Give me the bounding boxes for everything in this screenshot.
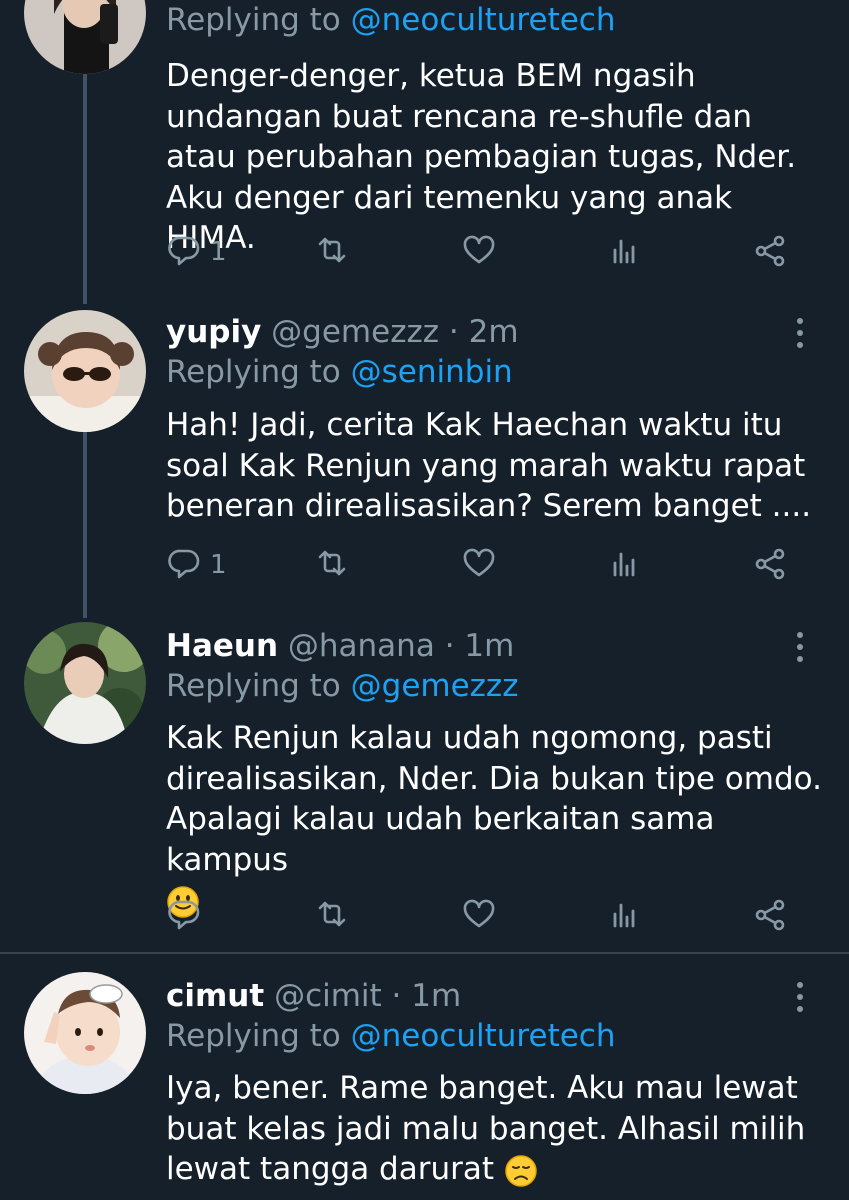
share-icon	[755, 548, 785, 580]
retweet-button[interactable]	[314, 545, 350, 585]
display-name[interactable]: Haeun	[166, 628, 278, 664]
like-icon	[463, 235, 495, 264]
reply-button[interactable]: 1	[168, 232, 227, 272]
display-name[interactable]: cimut	[166, 978, 264, 1014]
like-icon	[463, 548, 495, 577]
avatar[interactable]	[24, 972, 146, 1094]
reply-icon	[168, 900, 200, 930]
analytics-button[interactable]	[608, 545, 644, 585]
thread-line	[83, 432, 87, 618]
replying-to: Replying to @neoculturetech	[166, 1018, 616, 1054]
retweet-icon	[318, 237, 346, 263]
retweet-icon	[318, 901, 346, 927]
analytics-icon	[613, 239, 635, 264]
like-button[interactable]	[461, 545, 497, 585]
analytics-icon	[613, 552, 635, 577]
tweet-text: Iya, bener. Rame banget. Aku mau lewat b…	[166, 1070, 806, 1187]
mention-link[interactable]: @neoculturetech	[351, 2, 616, 38]
mention-link[interactable]: @seninbin	[351, 354, 513, 390]
user-handle[interactable]: @hanana	[288, 628, 435, 664]
thread-line	[83, 74, 87, 304]
share-icon	[755, 235, 785, 267]
replying-to: Replying to @gemezzz	[166, 668, 519, 704]
tweet-3[interactable]: Haeun @hanana · 1m Replying to @gemezzz …	[0, 612, 849, 952]
analytics-button[interactable]	[608, 232, 644, 272]
replying-to: Replying to @seninbin	[166, 354, 513, 390]
reply-button[interactable]: 1	[168, 545, 227, 585]
reply-button[interactable]	[168, 896, 204, 936]
reply-count: 1	[210, 237, 227, 267]
like-button[interactable]	[461, 232, 497, 272]
user-handle[interactable]: @gemezzz	[271, 314, 439, 350]
tweet-header: yupiy @gemezzz · 2m	[166, 312, 519, 352]
share-icon	[755, 899, 785, 931]
more-icon	[797, 982, 803, 988]
separator: ·	[444, 628, 455, 664]
tweet-4[interactable]: cimut @cimit · 1m Replying to @neocultur…	[0, 960, 849, 1200]
tweet-header: cimut @cimit · 1m	[166, 976, 461, 1016]
separator: ·	[448, 314, 459, 350]
retweet-button[interactable]	[314, 232, 350, 272]
timestamp[interactable]: 1m	[464, 628, 514, 664]
disappointed-face-icon	[505, 1154, 537, 1187]
action-bar: 1	[166, 545, 806, 585]
tweet-text: Hah! Jadi, cerita Kak Haechan waktu itu …	[166, 407, 812, 524]
reply-count: 1	[210, 550, 227, 580]
share-button[interactable]	[753, 232, 789, 272]
timestamp[interactable]: 2m	[469, 314, 519, 350]
more-button[interactable]	[792, 318, 808, 354]
thread-divider	[0, 952, 849, 954]
more-icon	[797, 632, 803, 638]
tweet-1[interactable]: Replying to @neoculturetech Denger-denge…	[0, 0, 849, 304]
tweet-header: Haeun @hanana · 1m	[166, 626, 514, 666]
like-button[interactable]	[461, 896, 497, 936]
mention-link[interactable]: @gemezzz	[351, 668, 519, 704]
more-icon	[797, 318, 803, 324]
like-icon	[463, 899, 495, 928]
action-bar: 1	[166, 232, 806, 272]
retweet-icon	[318, 550, 346, 576]
tweet-text: Denger-denger, ketua BEM ngasih undangan…	[166, 58, 797, 256]
replying-to: Replying to @neoculturetech	[166, 2, 616, 38]
more-button[interactable]	[792, 632, 808, 668]
share-button[interactable]	[753, 896, 789, 936]
analytics-button[interactable]	[608, 896, 644, 936]
display-name[interactable]: yupiy	[166, 314, 261, 350]
tweet-text: Kak Renjun kalau udah ngomong, pasti dir…	[166, 718, 826, 921]
avatar[interactable]	[24, 622, 146, 744]
reply-icon	[168, 549, 200, 579]
avatar[interactable]	[24, 0, 146, 74]
more-button[interactable]	[792, 982, 808, 1018]
avatar[interactable]	[24, 310, 146, 432]
tweet-2[interactable]: yupiy @gemezzz · 2m Replying to @seninbi…	[0, 300, 849, 618]
reply-icon	[168, 236, 200, 266]
mention-link[interactable]: @neoculturetech	[351, 1018, 616, 1054]
user-handle[interactable]: @cimit	[274, 978, 382, 1014]
analytics-icon	[613, 903, 635, 928]
action-bar	[166, 896, 806, 936]
retweet-button[interactable]	[314, 896, 350, 936]
timestamp[interactable]: 1m	[411, 978, 461, 1014]
separator: ·	[391, 978, 402, 1014]
share-button[interactable]	[753, 545, 789, 585]
